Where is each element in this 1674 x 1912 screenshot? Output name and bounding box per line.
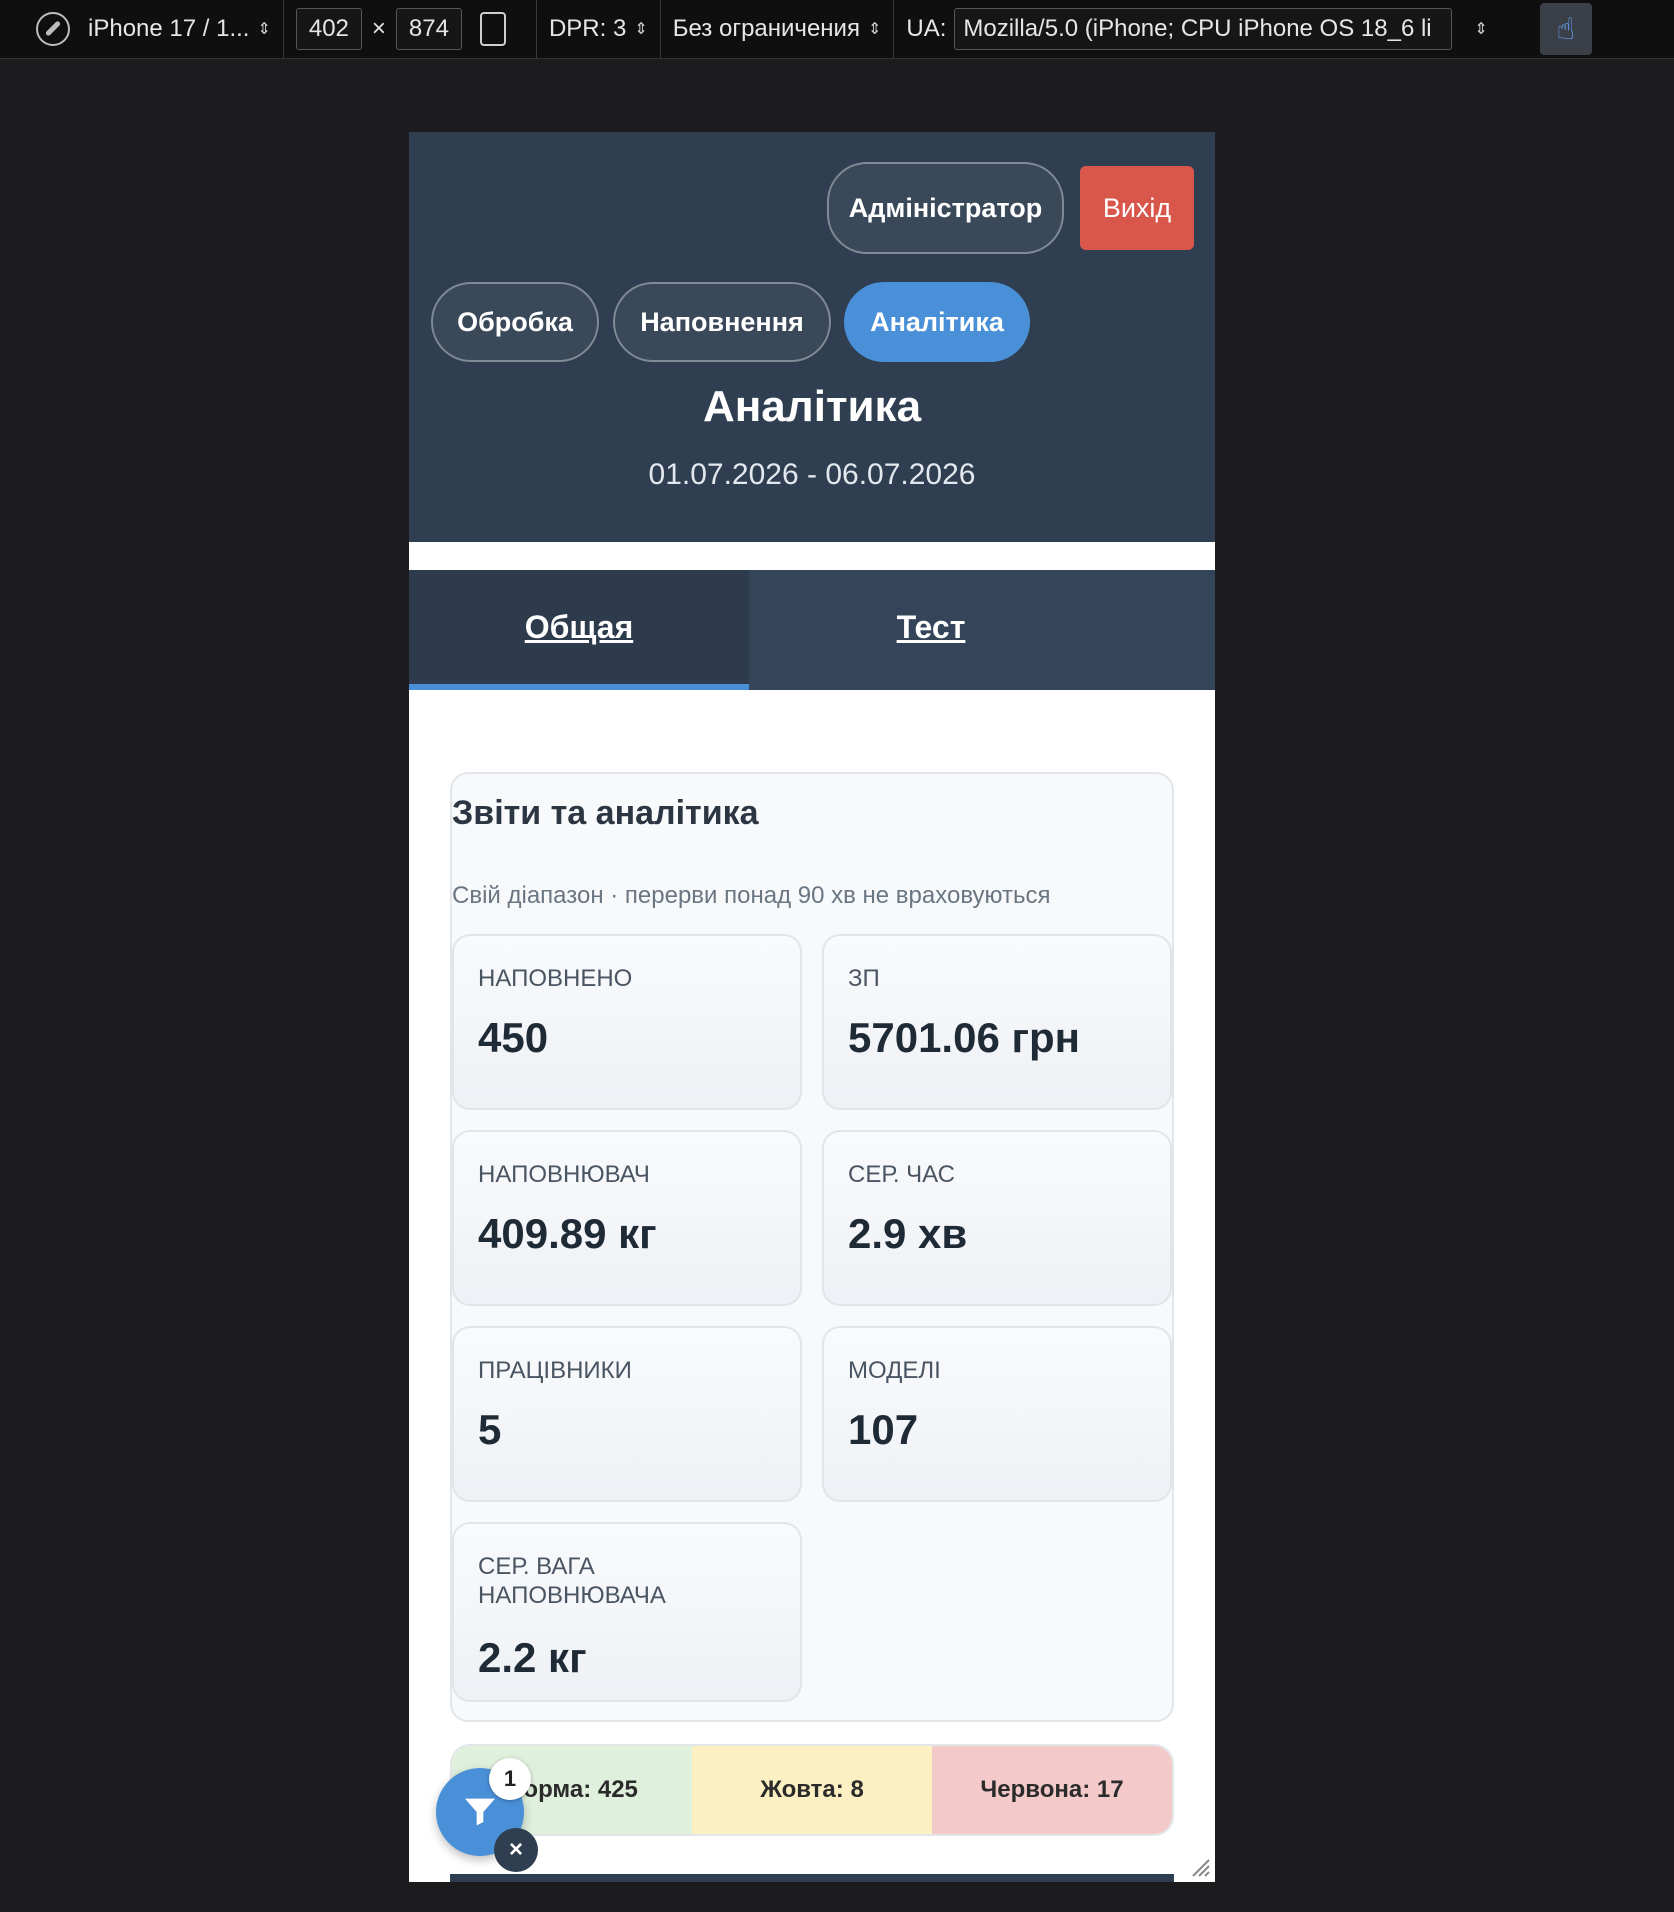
- tab-bar: Общая Тест: [409, 570, 1215, 690]
- stat-value: 2.2 кг: [478, 1634, 587, 1681]
- stat-label: Сер. вага наповнювача: [478, 1553, 666, 1609]
- stat-value: 450: [478, 1014, 549, 1061]
- stat-filler: Наповнювач 409.89 кг: [452, 1130, 802, 1306]
- page-title: Аналітика: [702, 382, 922, 431]
- device-viewport: Адміністратор Вихід Обробка Наповнення А…: [409, 132, 1215, 1882]
- resize-handle-icon[interactable]: [1187, 1854, 1211, 1878]
- logout-button[interactable]: Вихід: [1080, 166, 1194, 250]
- compass-icon: [36, 12, 70, 46]
- device-selector[interactable]: iPhone 17 / 1... ⇕: [0, 0, 284, 58]
- stat-label: Моделі: [848, 1357, 941, 1384]
- dimensions-group: 402 × 874: [284, 0, 537, 58]
- stat-models: Моделі 107: [822, 1326, 1172, 1502]
- nav-analytics[interactable]: Аналітика: [844, 282, 1030, 362]
- throttle-label: Без ограничения: [672, 15, 860, 42]
- nav-filling[interactable]: Наповнення: [613, 282, 831, 362]
- report-subtitle: Свій діапазон · перерви понад 90 хв не в…: [452, 882, 1051, 909]
- stat-label: Працівники: [478, 1357, 632, 1384]
- stat-label: Сер. час: [848, 1161, 955, 1188]
- height-input[interactable]: 874: [395, 8, 462, 50]
- throttle-selector[interactable]: Без ограничения ⇕: [661, 0, 895, 58]
- dpr-selector[interactable]: DPR: 3 ⇕: [537, 0, 661, 58]
- stat-label: Наповнювач: [478, 1161, 650, 1188]
- dpr-label: DPR: 3: [548, 15, 627, 42]
- status-yellow[interactable]: Жовта: 8: [692, 1746, 932, 1834]
- ua-group: UA: Mozilla/5.0 (iPhone; CPU iPhone OS 1…: [894, 0, 1499, 58]
- clear-filter-button[interactable]: ×: [494, 1828, 538, 1872]
- stat-filled: Наповнено 450: [452, 934, 802, 1110]
- stat-value: 5: [478, 1406, 502, 1453]
- times-sign: ×: [371, 15, 386, 42]
- tab-general[interactable]: Общая: [409, 570, 749, 690]
- bottom-strip: [450, 1874, 1174, 1882]
- app-header: Адміністратор Вихід Обробка Наповнення А…: [409, 132, 1215, 542]
- width-input[interactable]: 402: [295, 8, 362, 50]
- stat-value: 409.89 кг: [478, 1210, 657, 1257]
- report-title: Звіти та аналітика: [452, 794, 759, 832]
- updown-icon: ⇕: [257, 21, 271, 38]
- updown-icon: ⇕: [634, 21, 648, 38]
- stat-label: Наповнено: [478, 965, 633, 992]
- ua-label: UA:: [906, 15, 947, 42]
- status-summary: Норма: 425 Жовта: 8 Червона: 17: [450, 1744, 1174, 1836]
- status-red[interactable]: Червона: 17: [932, 1746, 1172, 1834]
- devtools-toolbar: iPhone 17 / 1... ⇕ 402 × 874 DPR: 3 ⇕ Бе…: [0, 0, 1674, 59]
- filter-count-badge: 1: [489, 1758, 531, 1800]
- stat-value: 107: [848, 1406, 919, 1453]
- date-range[interactable]: 01.07.2026 - 06.07.2026: [409, 458, 1215, 492]
- filter-icon: [465, 1798, 495, 1826]
- stat-value: 5701.06 грн: [848, 1014, 1081, 1061]
- stat-workers: Працівники 5: [452, 1326, 802, 1502]
- stat-value: 2.9 хв: [848, 1210, 968, 1257]
- report-card: Звіти та аналітика Свій діапазон · перер…: [450, 772, 1174, 1722]
- ua-input[interactable]: Mozilla/5.0 (iPhone; CPU iPhone OS 18_6 …: [954, 8, 1453, 50]
- device-name: iPhone 17 / 1...: [88, 15, 250, 42]
- tab-test[interactable]: Тест: [749, 570, 1113, 684]
- updown-icon: ⇕: [867, 21, 882, 38]
- stat-salary: ЗП 5701.06 грн: [822, 934, 1172, 1110]
- updown-icon[interactable]: ⇕: [1474, 19, 1487, 39]
- touch-simulation-icon[interactable]: ☝: [1539, 3, 1592, 55]
- rotate-icon[interactable]: [479, 12, 506, 46]
- stat-label: ЗП: [848, 965, 880, 992]
- nav-processing[interactable]: Обробка: [431, 282, 599, 362]
- admin-button[interactable]: Адміністратор: [827, 162, 1064, 254]
- stat-avg-time: Сер. час 2.9 хв: [822, 1130, 1172, 1306]
- stat-avg-filler-weight: Сер. вага наповнювача 2.2 кг: [452, 1522, 802, 1702]
